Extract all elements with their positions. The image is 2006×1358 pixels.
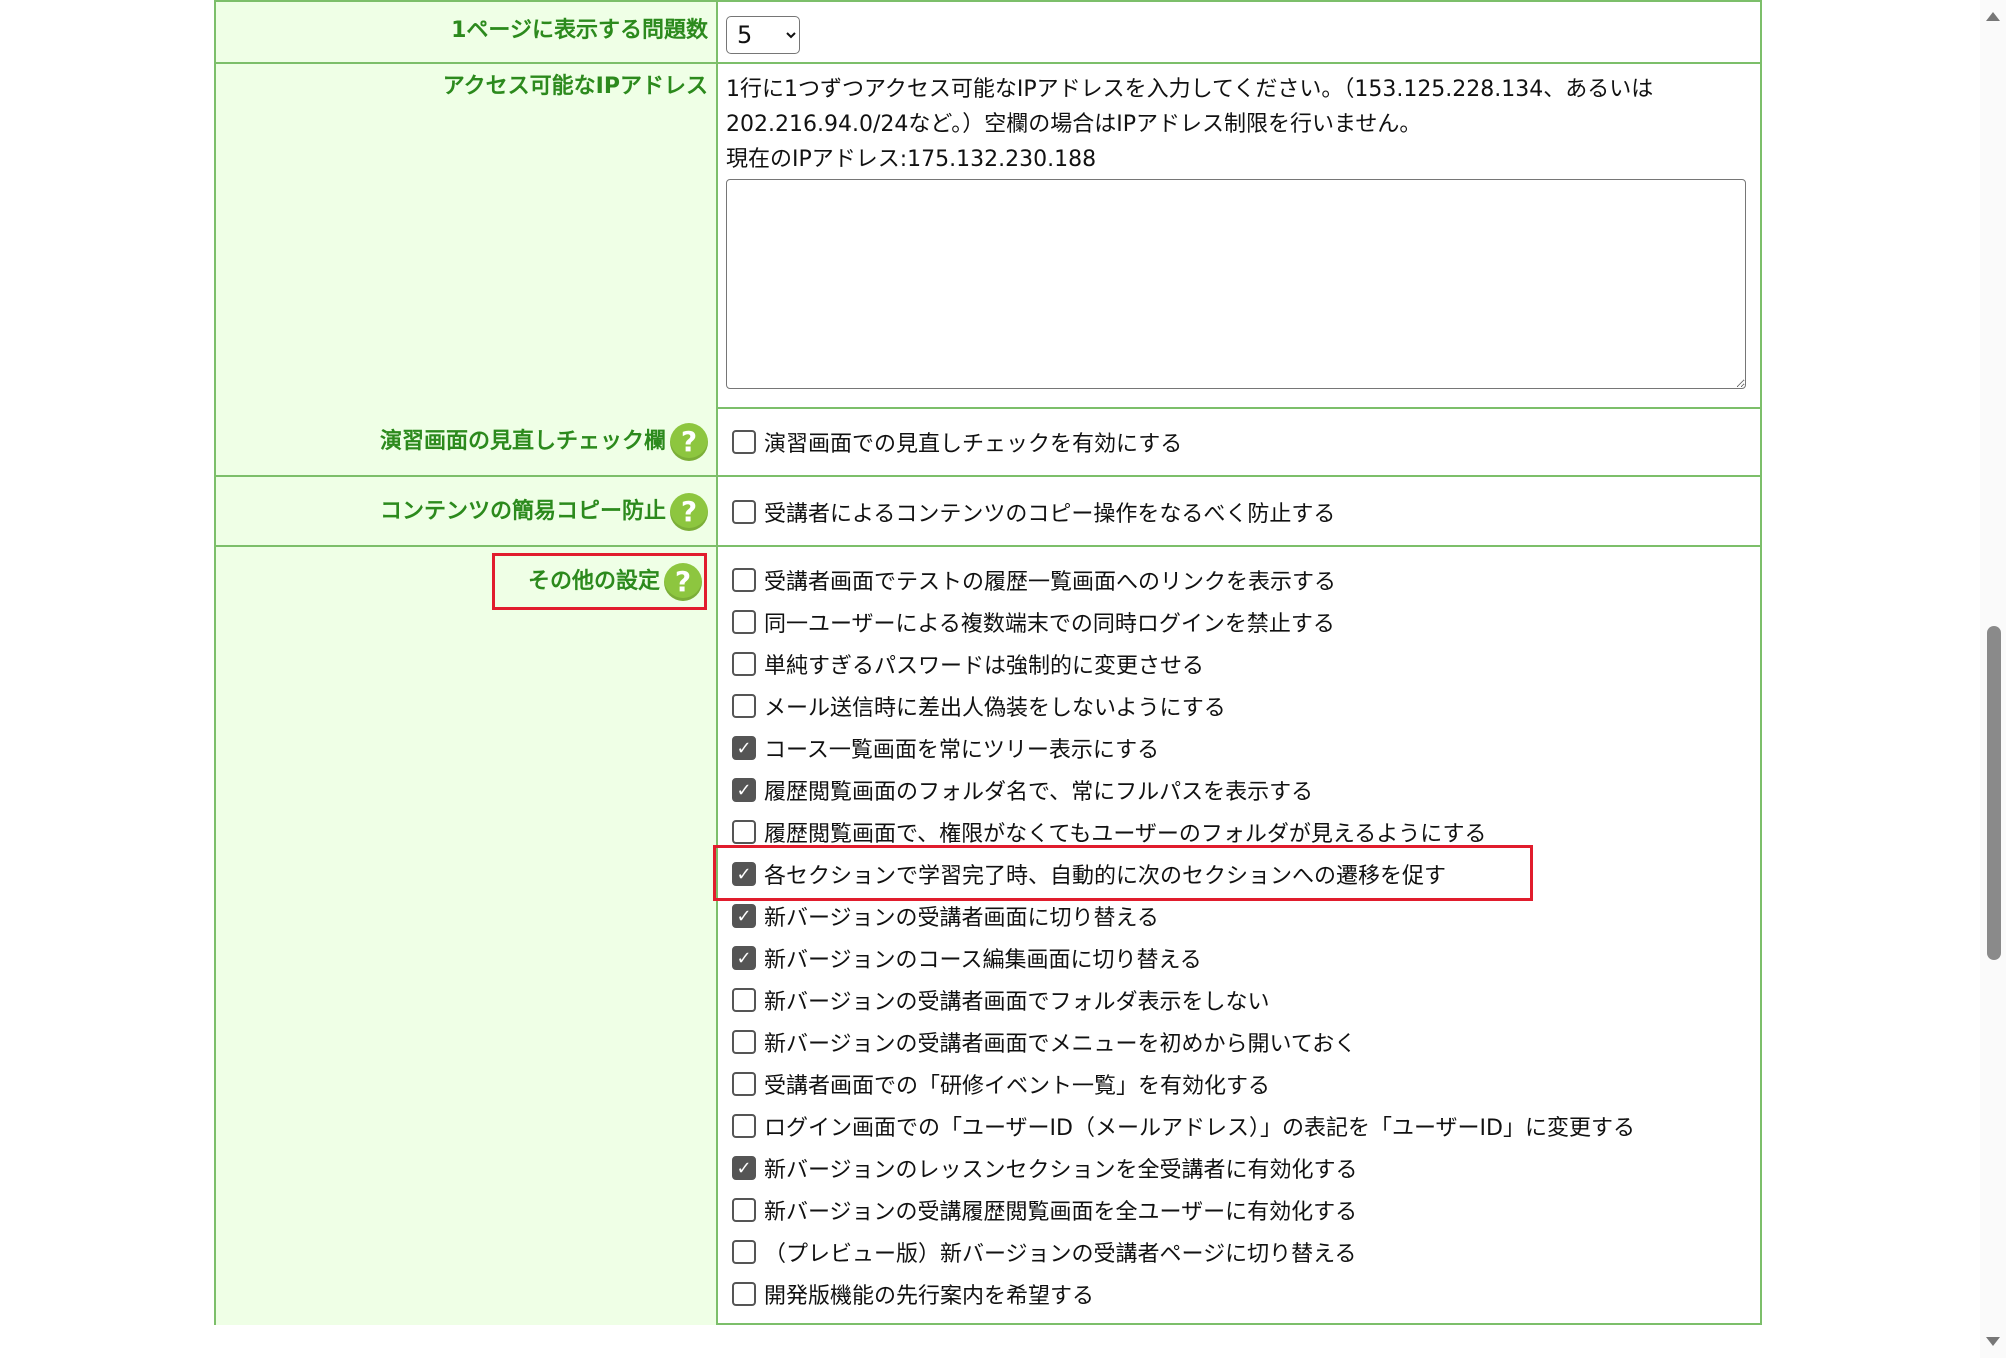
checkbox-label: （プレビュー版）新バージョンの受講者ページに切り替える bbox=[764, 1242, 1357, 1267]
checkbox[interactable] bbox=[732, 1114, 756, 1138]
checkbox[interactable]: ✓ bbox=[732, 1156, 756, 1180]
other-setting-option[interactable]: ✓ 各セクションで学習完了時、自動的に次のセクションへの遷移を促す bbox=[718, 853, 1635, 895]
checkbox[interactable] bbox=[732, 610, 756, 634]
review-check-option[interactable]: 演習画面での見直しチェックを有効にする bbox=[718, 421, 1182, 463]
checkbox-label: 受講者画面での「研修イベント一覧」を有効化する bbox=[764, 1074, 1271, 1099]
ip-address-label: アクセス可能なIPアドレス bbox=[442, 74, 708, 99]
row-other-settings: その他の設定 ? 受講者画面でテストの履歴一覧画面へのリンクを表示する 同一ユーザ… bbox=[216, 547, 1760, 1325]
other-setting-option[interactable]: ✓ 新バージョンの受講者画面に切り替える bbox=[718, 895, 1635, 937]
other-setting-option[interactable]: 単純すぎるパスワードは強制的に変更させる bbox=[718, 643, 1635, 685]
checkbox-label: 同一ユーザーによる複数端末での同時ログインを禁止する bbox=[764, 612, 1335, 637]
scrollbar-thumb[interactable] bbox=[1987, 626, 2001, 960]
label-cell: アクセス可能なIPアドレス bbox=[216, 64, 718, 407]
other-setting-option[interactable]: ログイン画面での「ユーザーID（メールアドレス）」の表記を「ユーザーID」に変更… bbox=[718, 1105, 1635, 1147]
other-setting-option[interactable]: 受講者画面での「研修イベント一覧」を有効化する bbox=[718, 1063, 1635, 1105]
checkbox[interactable] bbox=[732, 988, 756, 1012]
checkbox[interactable] bbox=[732, 1282, 756, 1306]
help-icon[interactable]: ? bbox=[670, 423, 708, 461]
settings-table: 1ページに表示する問題数 5 アクセス可能なIPアドレス 1行に1つずつアクセス… bbox=[214, 0, 1762, 1325]
other-setting-option[interactable]: 新バージョンの受講者画面でメニューを初めから開いておく bbox=[718, 1021, 1635, 1063]
other-setting-option[interactable]: メール送信時に差出人偽装をしないようにする bbox=[718, 685, 1635, 727]
checkbox[interactable]: ✓ bbox=[732, 862, 756, 886]
checkbox[interactable] bbox=[732, 694, 756, 718]
checkbox-label: 演習画面での見直しチェックを有効にする bbox=[764, 432, 1183, 457]
checkbox-label: 単純すぎるパスワードは強制的に変更させる bbox=[764, 654, 1205, 679]
label-cell: その他の設定 ? bbox=[216, 547, 718, 1325]
label-cell: 演習画面の見直しチェック欄 ? bbox=[216, 407, 718, 475]
ip-help-line-1: 1行に1つずつアクセス可能なIPアドレスを入力してください。（153.125.2… bbox=[726, 77, 1654, 102]
checkbox[interactable]: ✓ bbox=[732, 946, 756, 970]
other-setting-option[interactable]: 履歴閲覧画面で、権限がなくてもユーザーのフォルダが見えるようにする bbox=[718, 811, 1635, 853]
review-check-label: 演習画面の見直しチェック欄 ? bbox=[380, 423, 708, 461]
other-settings-options: 受講者画面でテストの履歴一覧画面へのリンクを表示する 同一ユーザーによる複数端末で… bbox=[718, 559, 1635, 1315]
checkbox-label: 新バージョンの受講履歴閲覧画面を全ユーザーに有効化する bbox=[764, 1200, 1358, 1225]
checkbox-label: 受講者によるコンテンツのコピー操作をなるべく防止する bbox=[764, 502, 1336, 527]
row-ip-address: アクセス可能なIPアドレス 1行に1つずつアクセス可能なIPアドレスを入力してく… bbox=[216, 64, 1760, 409]
scroll-up-arrow-icon[interactable] bbox=[1986, 12, 2000, 21]
other-setting-option[interactable]: （プレビュー版）新バージョンの受講者ページに切り替える bbox=[718, 1231, 1635, 1273]
other-setting-option[interactable]: ✓ 新バージョンのコース編集画面に切り替える bbox=[718, 937, 1635, 979]
row-review-check: 演習画面の見直しチェック欄 ? 演習画面での見直しチェックを有効にする bbox=[216, 407, 1760, 477]
other-settings-label: その他の設定 ? bbox=[528, 563, 702, 601]
current-ip-text: 現在のIPアドレス:175.132.230.188 bbox=[726, 147, 1097, 172]
checkbox-label: ログイン画面での「ユーザーID（メールアドレス）」の表記を「ユーザーID」に変更… bbox=[764, 1116, 1635, 1141]
other-setting-option[interactable]: 新バージョンの受講履歴閲覧画面を全ユーザーに有効化する bbox=[718, 1189, 1635, 1231]
other-setting-option[interactable]: ✓ コース一覧画面を常にツリー表示にする bbox=[718, 727, 1635, 769]
checkbox[interactable] bbox=[732, 652, 756, 676]
checkbox[interactable] bbox=[732, 1072, 756, 1096]
checkbox[interactable] bbox=[732, 1198, 756, 1222]
checkbox-label: 新バージョンの受講者画面でメニューを初めから開いておく bbox=[764, 1032, 1357, 1057]
other-setting-option[interactable]: 開発版機能の先行案内を希望する bbox=[718, 1273, 1635, 1315]
ip-address-textarea[interactable] bbox=[726, 179, 1746, 389]
checkbox-label: 新バージョンの受講者画面でフォルダ表示をしない bbox=[764, 990, 1270, 1015]
help-icon[interactable]: ? bbox=[670, 493, 708, 531]
value-cell: 受講者によるコンテンツのコピー操作をなるべく防止する bbox=[718, 477, 1760, 545]
checkbox[interactable]: ✓ bbox=[732, 736, 756, 760]
checkbox[interactable] bbox=[732, 568, 756, 592]
checkbox-label: コース一覧画面を常にツリー表示にする bbox=[764, 738, 1160, 763]
copy-prevention-option[interactable]: 受講者によるコンテンツのコピー操作をなるべく防止する bbox=[718, 491, 1335, 533]
value-cell: 1行に1つずつアクセス可能なIPアドレスを入力してください。（153.125.2… bbox=[718, 64, 1760, 407]
checkbox-label: メール送信時に差出人偽装をしないようにする bbox=[764, 696, 1226, 721]
checkbox[interactable] bbox=[732, 820, 756, 844]
help-icon[interactable]: ? bbox=[664, 563, 702, 601]
checkbox-label: 履歴閲覧画面のフォルダ名で、常にフルパスを表示する bbox=[764, 780, 1314, 805]
value-cell: 演習画面での見直しチェックを有効にする bbox=[718, 407, 1760, 475]
other-setting-option[interactable]: 受講者画面でテストの履歴一覧画面へのリンクを表示する bbox=[718, 559, 1635, 601]
page-scrollbar[interactable] bbox=[1980, 0, 2006, 1358]
other-setting-option[interactable]: ✓ 履歴閲覧画面のフォルダ名で、常にフルパスを表示する bbox=[718, 769, 1635, 811]
checkbox-label: 履歴閲覧画面で、権限がなくてもユーザーのフォルダが見えるようにする bbox=[764, 822, 1487, 847]
checkbox-label: 受講者画面でテストの履歴一覧画面へのリンクを表示する bbox=[764, 570, 1337, 595]
checkbox[interactable] bbox=[732, 1030, 756, 1054]
row-copy-prevention: コンテンツの簡易コピー防止 ? 受講者によるコンテンツのコピー操作をなるべく防止… bbox=[216, 477, 1760, 547]
checkbox-label: 新バージョンのコース編集画面に切り替える bbox=[764, 948, 1202, 973]
review-check-checkbox[interactable] bbox=[732, 430, 756, 454]
other-setting-option[interactable]: 同一ユーザーによる複数端末での同時ログインを禁止する bbox=[718, 601, 1635, 643]
questions-per-page-select[interactable]: 5 bbox=[726, 16, 800, 54]
checkbox[interactable] bbox=[732, 1240, 756, 1264]
value-cell: 5 bbox=[718, 2, 1760, 62]
label-cell: 1ページに表示する問題数 bbox=[216, 2, 718, 62]
checkbox[interactable]: ✓ bbox=[732, 904, 756, 928]
other-setting-option[interactable]: 新バージョンの受講者画面でフォルダ表示をしない bbox=[718, 979, 1635, 1021]
checkbox-label: 新バージョンの受講者画面に切り替える bbox=[764, 906, 1159, 931]
ip-help-line-2: 202.216.94.0/24など。）空欄の場合はIPアドレス制限を行いません。 bbox=[726, 112, 1422, 137]
other-setting-option[interactable]: ✓ 新バージョンのレッスンセクションを全受講者に有効化する bbox=[718, 1147, 1635, 1189]
checkbox[interactable]: ✓ bbox=[732, 778, 756, 802]
checkbox-label: 各セクションで学習完了時、自動的に次のセクションへの遷移を促す bbox=[764, 864, 1447, 889]
value-cell: 受講者画面でテストの履歴一覧画面へのリンクを表示する 同一ユーザーによる複数端末で… bbox=[718, 547, 1760, 1325]
ip-help-text: 1行に1つずつアクセス可能なIPアドレスを入力してください。（153.125.2… bbox=[726, 72, 1653, 177]
questions-per-page-label: 1ページに表示する問題数 bbox=[451, 18, 708, 43]
row-questions-per-page: 1ページに表示する問題数 5 bbox=[216, 0, 1760, 64]
copy-prevention-checkbox[interactable] bbox=[732, 500, 756, 524]
label-cell: コンテンツの簡易コピー防止 ? bbox=[216, 477, 718, 545]
scroll-down-arrow-icon[interactable] bbox=[1986, 1337, 2000, 1346]
copy-prevention-label: コンテンツの簡易コピー防止 ? bbox=[380, 493, 708, 531]
checkbox-label: 新バージョンのレッスンセクションを全受講者に有効化する bbox=[764, 1158, 1358, 1183]
checkbox-label: 開発版機能の先行案内を希望する bbox=[764, 1284, 1095, 1309]
